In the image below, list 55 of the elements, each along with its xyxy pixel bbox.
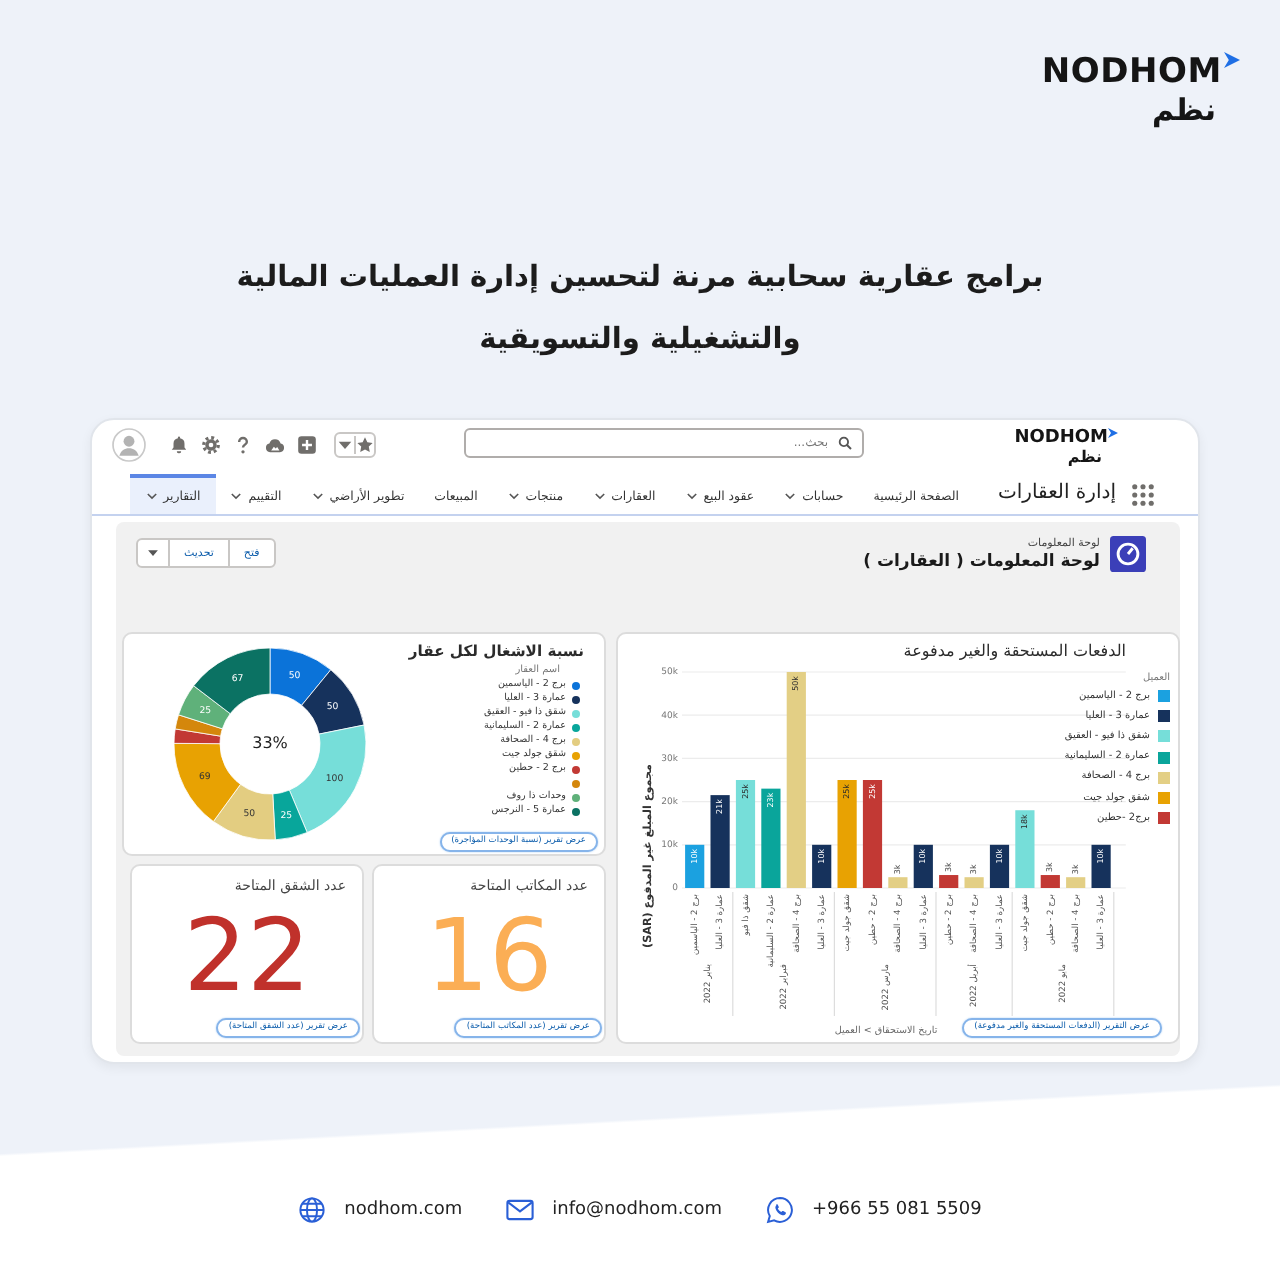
search-icon — [838, 436, 852, 450]
globe-icon — [298, 1196, 327, 1224]
bar — [913, 844, 933, 888]
donut-slice — [269, 647, 332, 706]
caret-down-icon — [146, 546, 160, 560]
chevron-down-icon[interactable] — [507, 490, 520, 502]
contact-text: +966 55 081 5509 — [812, 1198, 982, 1222]
cloud-icon[interactable] — [264, 433, 286, 455]
metric-value: 22 — [183, 908, 311, 1004]
bar — [710, 795, 730, 888]
bar — [862, 780, 883, 888]
logo-arabic-wordmark: نظم — [1067, 448, 1102, 466]
bar — [1015, 810, 1035, 888]
bar — [989, 844, 1010, 888]
bar — [837, 780, 857, 888]
logo-arrow-icon — [1108, 428, 1118, 438]
logo-wordmark: NODHOM — [1041, 52, 1222, 92]
chevron-down-icon[interactable] — [145, 490, 158, 502]
chevron-down-icon[interactable] — [685, 490, 698, 502]
add-icon[interactable] — [296, 433, 318, 455]
bar — [812, 844, 832, 888]
bar — [1091, 844, 1111, 888]
app-launcher-icon[interactable] — [1132, 483, 1154, 505]
bell-icon[interactable] — [168, 433, 190, 455]
help-icon[interactable] — [232, 433, 254, 455]
chevron-down-icon[interactable] — [784, 490, 797, 502]
bar — [1066, 877, 1086, 888]
chart-title: الدفعات المستحقة والغير مدفوعة — [903, 640, 1126, 664]
bar — [888, 877, 908, 888]
star-icon[interactable] — [356, 435, 374, 453]
app-name: إدارة العقارات — [997, 482, 1116, 506]
phone-chat-icon — [766, 1196, 795, 1224]
settings-icon[interactable] — [200, 433, 222, 455]
chevron-down-icon[interactable] — [230, 490, 243, 502]
headline: برامج عقارية سحابية مرنة لتحسين إدارة العمليات المالية والتشغيلية والتسويقية — [236, 258, 1044, 360]
caret-down-icon[interactable] — [336, 435, 356, 453]
bar — [939, 875, 959, 888]
metric-value: 16 — [425, 908, 553, 1004]
logo-arrow-icon — [1224, 52, 1240, 68]
bar — [735, 780, 756, 888]
bar — [685, 844, 705, 888]
menu-button[interactable] — [136, 538, 170, 568]
chevron-down-icon[interactable] — [311, 490, 324, 502]
logo-arabic-wordmark: نظم — [1151, 92, 1216, 128]
contact-text: info@nodhom.com — [552, 1198, 723, 1222]
dashboard-title: لوحة المعلومات ( العقارات ) — [863, 551, 1100, 571]
bar — [761, 788, 781, 888]
contact-text: nodhom.com — [344, 1198, 463, 1222]
chevron-down-icon[interactable] — [593, 490, 606, 502]
mail-icon — [506, 1196, 535, 1224]
gauge-icon — [1110, 536, 1146, 572]
bar — [1040, 875, 1060, 888]
logo-wordmark: NODHOM — [1014, 428, 1108, 448]
donut-center-label: 33% — [252, 734, 288, 753]
bar — [964, 877, 984, 888]
